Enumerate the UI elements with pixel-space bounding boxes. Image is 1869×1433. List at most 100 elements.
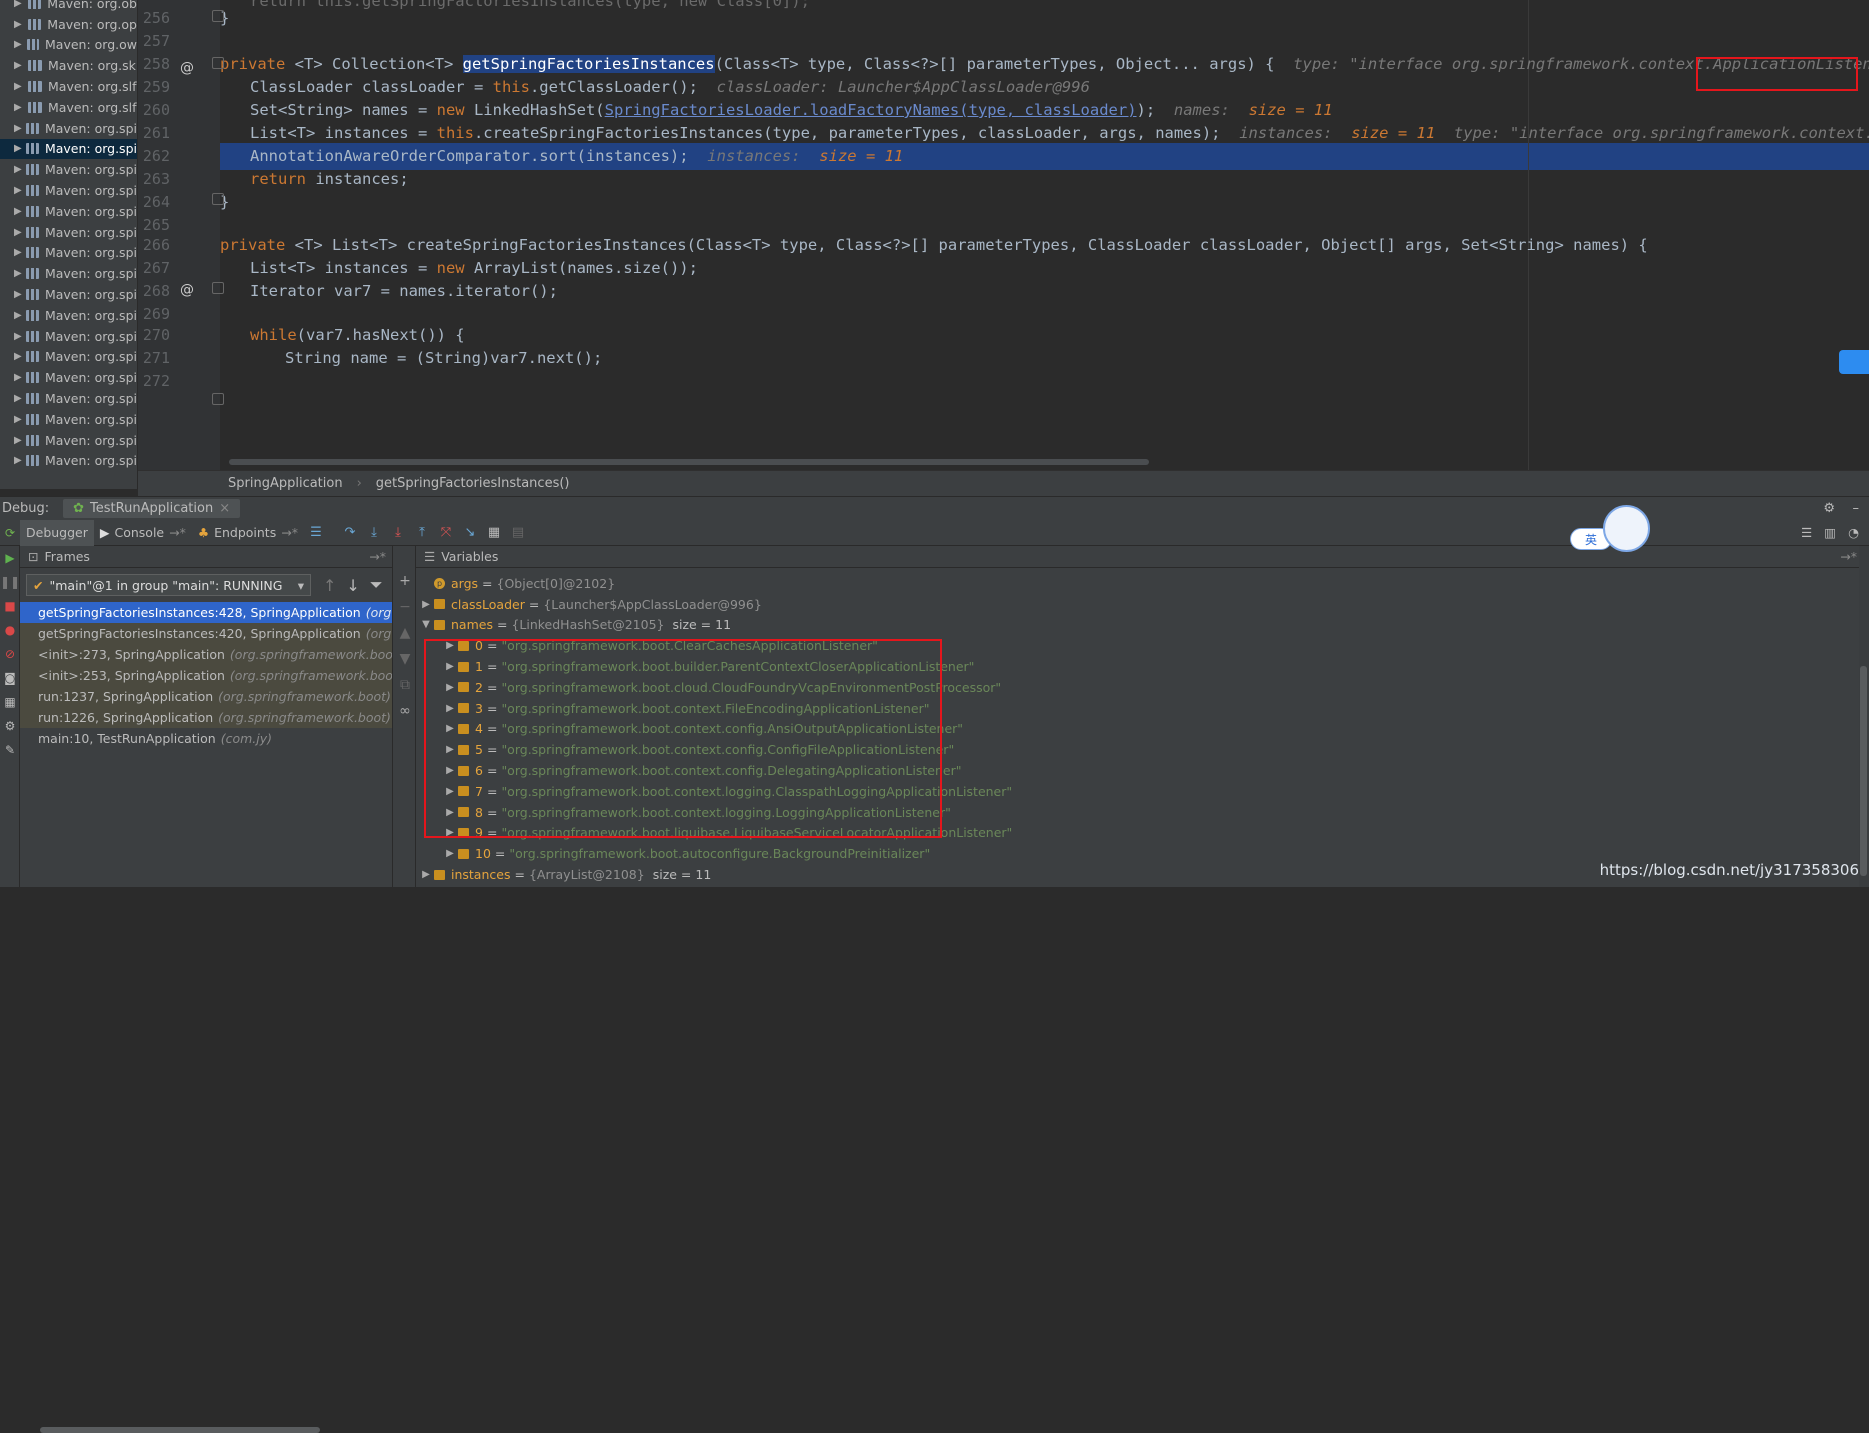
selected-method-name[interactable]: getSpringFactoriesInstances bbox=[463, 55, 715, 73]
settings-icon[interactable]: ⚙ bbox=[0, 714, 20, 738]
frames-scrollbar[interactable] bbox=[40, 1427, 320, 1433]
expand-arrow-icon[interactable]: ▶ bbox=[14, 19, 28, 30]
pin-icon[interactable]: ✎ bbox=[0, 738, 20, 762]
close-icon[interactable]: × bbox=[219, 501, 230, 516]
expand-arrow-icon[interactable]: ▶ bbox=[14, 414, 26, 425]
project-tree-item[interactable]: ▶Maven: org.spi bbox=[0, 201, 137, 222]
fold-icon[interactable] bbox=[212, 57, 224, 69]
stack-frame[interactable]: run:1226, SpringApplication(org.springfr… bbox=[20, 707, 392, 728]
expand-arrow-icon[interactable]: ▶ bbox=[14, 60, 28, 71]
expand-arrow-icon[interactable]: ▶ bbox=[14, 185, 26, 196]
fold-icon[interactable] bbox=[212, 193, 224, 205]
expand-arrow-icon[interactable]: ▶ bbox=[14, 351, 26, 362]
assistant-avatar[interactable] bbox=[1603, 505, 1650, 552]
up-arrow-icon[interactable]: ↑ bbox=[323, 576, 336, 595]
variable-row[interactable]: pargs={Object[0]@2102} bbox=[416, 573, 1869, 594]
breadcrumb-method[interactable]: getSpringFactoriesInstances() bbox=[376, 476, 570, 491]
pin-icon[interactable]: →* bbox=[1840, 549, 1857, 564]
pin-icon[interactable]: →* bbox=[369, 549, 386, 564]
project-tree-item[interactable]: ▶Maven: org.spi bbox=[0, 347, 137, 368]
layout-icon[interactable]: ☰ bbox=[1801, 525, 1812, 540]
run-config-tab[interactable]: ✿ TestRunApplication × bbox=[63, 499, 240, 518]
stack-frame[interactable]: <init>:253, SpringApplication(org.spring… bbox=[20, 665, 392, 686]
gauge-icon[interactable]: ◔ bbox=[1848, 525, 1859, 540]
resume-icon[interactable]: ▶ bbox=[0, 546, 20, 570]
editor-horizontal-scrollbar[interactable] bbox=[229, 459, 1149, 465]
project-tree-item[interactable]: ▶Maven: org.sk bbox=[0, 55, 137, 76]
code-editor[interactable]: return this.getSpringFactoriesInstances(… bbox=[220, 0, 1869, 470]
expand-arrow-icon[interactable]: ▶ bbox=[14, 81, 28, 92]
stack-frame[interactable]: <init>:273, SpringApplication(org.spring… bbox=[20, 644, 392, 665]
expand-arrow-icon[interactable]: ▶ bbox=[14, 102, 28, 113]
glasses-icon[interactable]: ∞ bbox=[393, 698, 417, 724]
collapse-arrow-icon[interactable]: ▼ bbox=[418, 619, 434, 630]
project-tree-item[interactable]: ▶Maven: org.spi bbox=[0, 159, 137, 180]
force-step-into-icon[interactable]: ⤓ bbox=[389, 524, 407, 542]
project-tree-item[interactable]: ▶Maven: org.spi bbox=[0, 367, 137, 388]
down-arrow-icon[interactable]: ↓ bbox=[346, 576, 359, 595]
project-tree-item[interactable]: ▶Maven: org.spi bbox=[0, 180, 137, 201]
stop-icon[interactable]: ■ bbox=[0, 594, 20, 618]
project-tree-item[interactable]: ▶Maven: org.spi bbox=[0, 284, 137, 305]
expand-arrow-icon[interactable]: ▶ bbox=[14, 310, 26, 321]
side-floating-button[interactable] bbox=[1839, 350, 1869, 374]
project-tree-item[interactable]: ▶Maven: org.spi bbox=[0, 243, 137, 264]
project-tree-item[interactable]: ▶Maven: org.spi bbox=[0, 326, 137, 347]
fold-icon[interactable] bbox=[212, 10, 224, 22]
stack-frame[interactable]: main:10, TestRunApplication(com.jy) bbox=[20, 728, 392, 749]
filter-icon[interactable]: ⏷ bbox=[370, 575, 383, 595]
expand-arrow-icon[interactable]: ▶ bbox=[14, 206, 26, 217]
rerun-icon[interactable]: ⟳ bbox=[0, 521, 20, 545]
expand-arrow-icon[interactable]: ▶ bbox=[418, 599, 434, 610]
expand-arrow-icon[interactable]: ▶ bbox=[14, 289, 26, 300]
thread-selector[interactable]: ✔ "main"@1 in group "main": RUNNING ▾ bbox=[26, 574, 311, 596]
scrollbar-thumb[interactable] bbox=[1860, 666, 1867, 876]
expand-arrow-icon[interactable]: ▶ bbox=[418, 869, 434, 880]
project-tree-item[interactable]: ▶Maven: org.spi bbox=[0, 222, 137, 243]
project-tree-item[interactable]: ▶Maven: org.spi bbox=[0, 451, 137, 472]
project-tree-item[interactable]: ▶Maven: org.spi bbox=[0, 139, 137, 160]
expand-arrow-icon[interactable]: ▶ bbox=[14, 393, 26, 404]
project-tree[interactable]: ▶Maven: org.ob▶Maven: org.op▶Maven: org.… bbox=[0, 0, 138, 489]
expand-arrow-icon[interactable]: ▶ bbox=[14, 372, 26, 383]
expand-arrow-icon[interactable]: ▶ bbox=[14, 247, 26, 258]
tab-endpoints[interactable]: ♣Endpoints→* bbox=[192, 520, 304, 546]
project-tree-item[interactable]: ▶Maven: org.ow bbox=[0, 35, 137, 56]
stack-frame[interactable]: getSpringFactoriesInstances:428, SpringA… bbox=[20, 602, 392, 623]
step-out-icon[interactable]: ⤒ bbox=[413, 524, 431, 542]
columns-icon[interactable]: ▥ bbox=[1824, 525, 1836, 540]
mute-breakpoints-icon[interactable]: ⊘ bbox=[0, 642, 20, 666]
fold-icon[interactable] bbox=[212, 393, 224, 405]
underlined-call[interactable]: SpringFactoriesLoader.loadFactoryNames(t… bbox=[605, 101, 1137, 119]
expand-arrow-icon[interactable]: ▶ bbox=[14, 331, 26, 342]
view-breakpoints-icon[interactable]: ● bbox=[0, 618, 20, 642]
expand-arrow-icon[interactable]: ▶ bbox=[14, 435, 26, 446]
expand-arrow-icon[interactable]: ▶ bbox=[14, 268, 26, 279]
run-to-cursor-icon[interactable]: ↘ bbox=[461, 524, 479, 542]
step-into-icon[interactable]: ⤓ bbox=[365, 524, 383, 542]
expand-arrow-icon[interactable]: ▶ bbox=[14, 164, 26, 175]
project-tree-item[interactable]: ▶Maven: org.spi bbox=[0, 409, 137, 430]
variable-row[interactable]: ▶classLoader={Launcher$AppClassLoader@99… bbox=[416, 594, 1869, 615]
expand-arrow-icon[interactable]: ▶ bbox=[14, 143, 26, 154]
layout-icon[interactable]: ▦ bbox=[0, 690, 20, 714]
expand-arrow-icon[interactable]: ▶ bbox=[14, 0, 28, 9]
tab-console[interactable]: ▶Console→* bbox=[94, 520, 192, 546]
stack-frame[interactable]: run:1237, SpringApplication(org.springfr… bbox=[20, 686, 392, 707]
project-tree-item[interactable]: ▶Maven: org.slf bbox=[0, 76, 137, 97]
minimize-icon[interactable]: – bbox=[1853, 501, 1860, 516]
expand-arrow-icon[interactable]: ▶ bbox=[14, 227, 26, 238]
project-tree-item[interactable]: ▶Maven: org.spi bbox=[0, 305, 137, 326]
tab-debugger[interactable]: Debugger bbox=[20, 520, 94, 546]
override-at-icon[interactable]: @ bbox=[180, 60, 194, 76]
expand-arrow-icon[interactable]: ▶ bbox=[14, 455, 26, 466]
variables-scrollbar[interactable] bbox=[1859, 546, 1869, 887]
project-tree-item[interactable]: ▶Maven: org.op bbox=[0, 14, 137, 35]
add-watch-icon[interactable]: + bbox=[393, 568, 417, 594]
project-tree-item[interactable]: ▶Maven: org.spi bbox=[0, 263, 137, 284]
evaluate-icon[interactable]: ▦ bbox=[485, 524, 503, 542]
expand-arrow-icon[interactable]: ▶ bbox=[14, 39, 27, 50]
camera-icon[interactable]: ◙ bbox=[0, 666, 20, 690]
project-tree-item[interactable]: ▶Maven: org.slf bbox=[0, 97, 137, 118]
fold-icon[interactable] bbox=[212, 282, 224, 294]
